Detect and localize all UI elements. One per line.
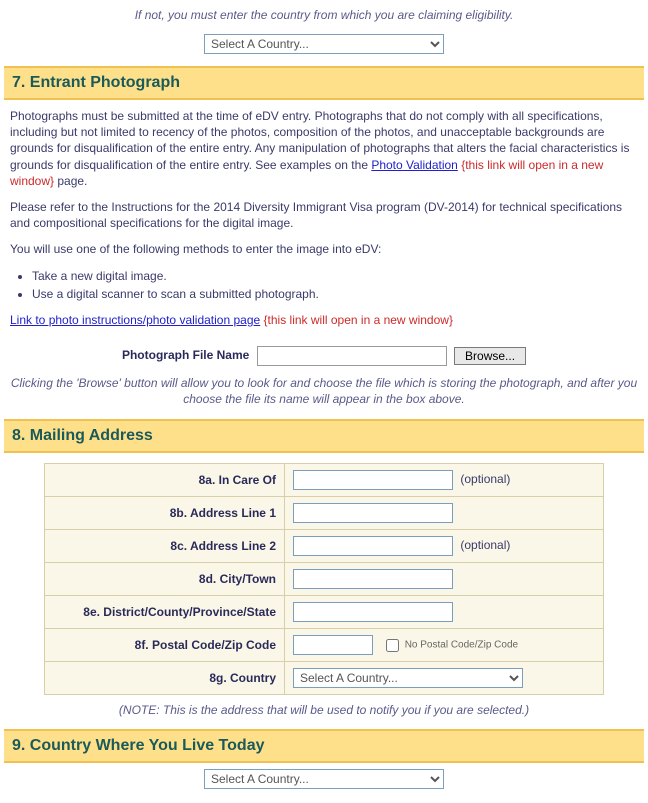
section-7-header: 7. Entrant Photograph — [4, 66, 644, 100]
optional-2: (optional) — [460, 538, 510, 552]
label-address-2: 8c. Address Line 2 — [45, 530, 285, 563]
s7-para2: Please refer to the Instructions for the… — [10, 199, 638, 231]
mailing-address-note: (NOTE: This is the address that will be … — [4, 699, 644, 727]
label-city: 8d. City/Town — [45, 563, 285, 596]
in-care-of-input[interactable] — [293, 470, 453, 490]
live-country-select[interactable]: Select A Country... — [204, 769, 444, 789]
link-new-window-note-2: {this link will open in a new window} — [264, 313, 453, 327]
photo-validation-link[interactable]: Photo Validation — [371, 158, 458, 172]
district-input[interactable] — [293, 602, 453, 622]
optional-1: (optional) — [460, 472, 510, 486]
address-line-2-input[interactable] — [293, 536, 453, 556]
section-8-header: 8. Mailing Address — [4, 419, 644, 453]
browse-button[interactable]: Browse... — [454, 347, 526, 365]
photo-file-row: Photograph File Name Browse... — [4, 340, 644, 372]
method-item-2: Use a digital scanner to scan a submitte… — [32, 286, 638, 302]
label-district: 8e. District/County/Province/State — [45, 596, 285, 629]
label-in-care-of: 8a. In Care Of — [45, 464, 285, 497]
eligibility-country-row: Select A Country... — [4, 28, 644, 64]
mailing-address-table: 8a. In Care Of (optional) 8b. Address Li… — [44, 463, 604, 695]
label-country: 8g. Country — [45, 662, 285, 695]
city-input[interactable] — [293, 569, 453, 589]
label-postal: 8f. Postal Code/Zip Code — [45, 629, 285, 662]
method-list: Take a new digital image. Use a digital … — [32, 268, 638, 302]
photo-instructions-link[interactable]: Link to photo instructions/photo validat… — [10, 313, 260, 327]
no-postal-label: No Postal Code/Zip Code — [405, 640, 518, 651]
eligibility-country-select[interactable]: Select A Country... — [204, 34, 444, 54]
browse-hint: Clicking the 'Browse' button will allow … — [4, 372, 644, 417]
section-7-body: Photographs must be submitted at the tim… — [4, 100, 644, 340]
eligibility-note: If not, you must enter the country from … — [4, 4, 644, 28]
label-address-1: 8b. Address Line 1 — [45, 497, 285, 530]
address-line-1-input[interactable] — [293, 503, 453, 523]
live-country-row: Select A Country... — [4, 763, 644, 799]
photo-file-label: Photograph File Name — [122, 348, 249, 362]
mailing-country-select[interactable]: Select A Country... — [293, 668, 523, 688]
section-9-header: 9. Country Where You Live Today — [4, 729, 644, 763]
postal-code-input[interactable] — [293, 635, 373, 655]
photo-file-input[interactable] — [257, 346, 447, 366]
s7-para1-b: page. — [54, 174, 87, 188]
method-item-1: Take a new digital image. — [32, 268, 638, 284]
s7-para3: You will use one of the following method… — [10, 241, 638, 257]
no-postal-checkbox[interactable] — [386, 639, 399, 652]
